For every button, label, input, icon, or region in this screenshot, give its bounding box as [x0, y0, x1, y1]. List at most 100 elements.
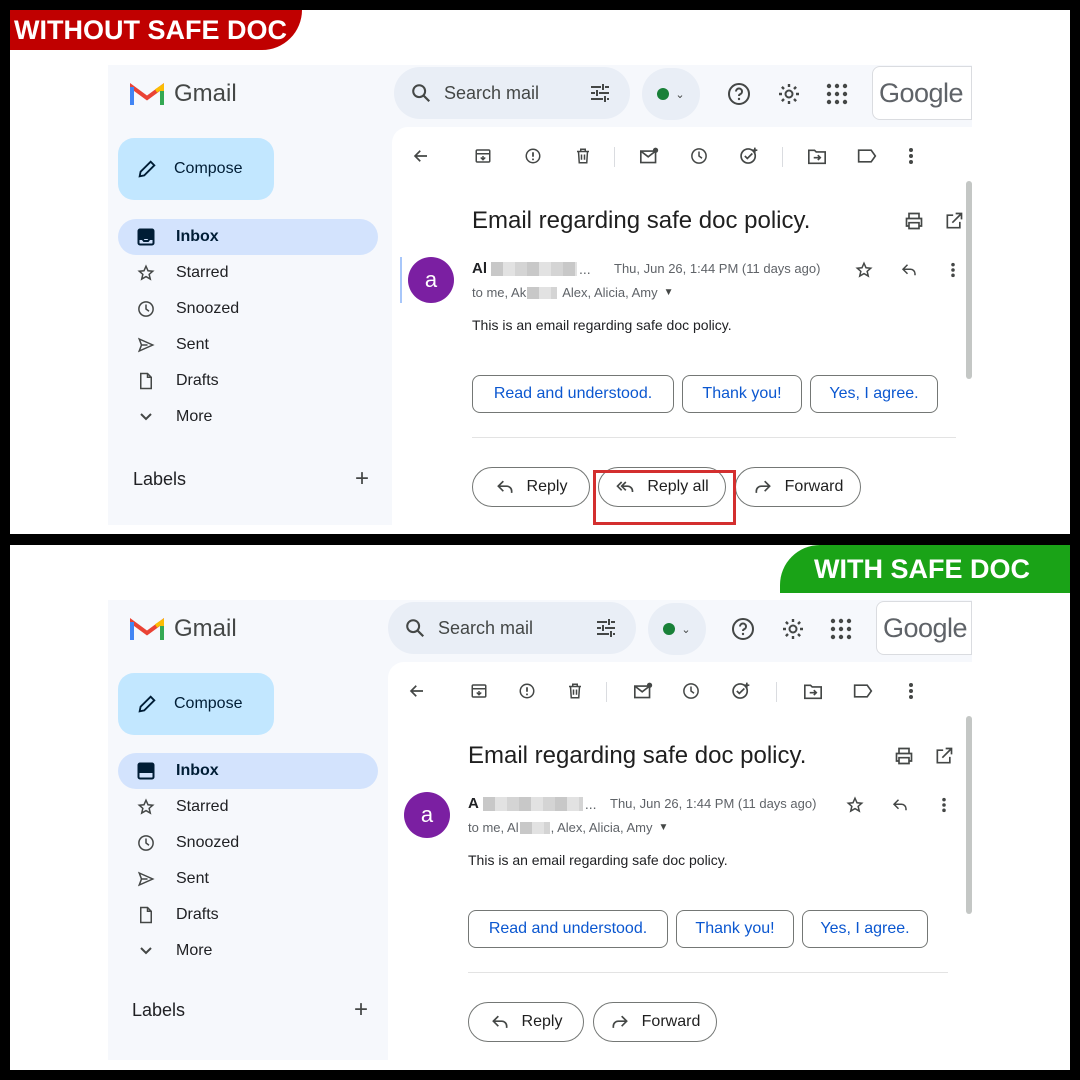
- gmail-m-icon: [130, 83, 164, 105]
- add-label-plus-icon[interactable]: +: [355, 467, 369, 491]
- search-bar[interactable]: Search mail: [388, 602, 636, 654]
- back-arrow-icon[interactable]: [406, 680, 428, 702]
- email-subject: Email regarding safe doc policy.: [472, 207, 811, 234]
- snooze-clock-icon[interactable]: [688, 145, 710, 167]
- avatar[interactable]: a: [408, 257, 454, 303]
- avatar[interactable]: a: [404, 792, 450, 838]
- report-spam-icon[interactable]: [516, 680, 538, 702]
- inbox-icon: [136, 227, 156, 247]
- draft-file-icon: [136, 371, 156, 391]
- open-in-new-window-icon[interactable]: [944, 211, 964, 231]
- sender-name: A ...: [468, 795, 597, 812]
- move-to-folder-icon[interactable]: [806, 145, 828, 167]
- gmail-wordmark: Gmail: [174, 80, 237, 107]
- search-input[interactable]: Search mail: [438, 618, 548, 639]
- search-bar[interactable]: Search mail: [394, 67, 630, 119]
- sidebar-item-drafts[interactable]: Drafts: [118, 363, 378, 399]
- sidebar-item-inbox[interactable]: Inbox: [118, 219, 378, 255]
- open-in-new-window-icon[interactable]: [934, 746, 954, 766]
- compose-button[interactable]: Compose: [118, 673, 274, 735]
- delete-trash-icon[interactable]: [572, 145, 594, 167]
- search-icon[interactable]: [410, 82, 432, 104]
- scrollbar[interactable]: [966, 716, 972, 914]
- settings-gear-icon[interactable]: [776, 81, 802, 107]
- reply-button[interactable]: Reply: [472, 467, 590, 507]
- gmail-logo[interactable]: Gmail: [130, 80, 237, 108]
- mark-unread-icon[interactable]: [638, 145, 660, 167]
- status-indicator[interactable]: ⌄: [648, 603, 706, 655]
- move-to-folder-icon[interactable]: [802, 680, 824, 702]
- label-tag-icon[interactable]: [852, 680, 874, 702]
- smart-reply-read-understood[interactable]: Read and understood.: [468, 910, 668, 948]
- compose-label: Compose: [174, 695, 243, 712]
- google-account-badge[interactable]: Google: [872, 66, 972, 120]
- print-icon[interactable]: [904, 211, 924, 231]
- recipients-line[interactable]: to me, Ak Alex, Alicia, Amy ▼: [472, 285, 673, 300]
- delete-trash-icon[interactable]: [564, 680, 586, 702]
- reply-arrow-icon[interactable]: [890, 795, 910, 815]
- report-spam-icon[interactable]: [522, 145, 544, 167]
- smart-reply-thank-you[interactable]: Thank you!: [682, 375, 802, 413]
- forward-button[interactable]: Forward: [593, 1002, 717, 1042]
- active-status-dot: [663, 623, 676, 635]
- google-account-badge[interactable]: Google: [876, 601, 972, 655]
- forward-icon: [755, 480, 771, 493]
- more-vert-icon[interactable]: [934, 795, 954, 815]
- add-to-tasks-icon[interactable]: [730, 680, 752, 702]
- more-vert-icon[interactable]: [900, 680, 922, 702]
- sidebar-item-snoozed[interactable]: Snoozed: [118, 291, 378, 327]
- recipients-line[interactable]: to me, Al , Alex, Alicia, Amy ▼: [468, 820, 668, 835]
- gmail-logo[interactable]: Gmail: [130, 615, 237, 643]
- star-icon[interactable]: [845, 795, 865, 815]
- sidebar-item-sent[interactable]: Sent: [118, 327, 378, 363]
- more-vert-icon[interactable]: [900, 145, 922, 167]
- sidebar-item-starred[interactable]: Starred: [118, 789, 378, 825]
- smart-reply-yes-agree[interactable]: Yes, I agree.: [802, 910, 928, 948]
- search-options-icon[interactable]: [588, 81, 612, 105]
- expand-recipients-icon[interactable]: ▼: [658, 822, 668, 833]
- forward-label: Forward: [641, 1013, 701, 1030]
- smart-reply-thank-you[interactable]: Thank you!: [676, 910, 794, 948]
- sidebar-item-snoozed[interactable]: Snoozed: [118, 825, 378, 861]
- sidebar-item-sent[interactable]: Sent: [118, 861, 378, 897]
- sidebar-item-label: Snoozed: [176, 834, 240, 851]
- forward-button[interactable]: Forward: [735, 467, 861, 507]
- reply-arrow-icon[interactable]: [899, 260, 919, 280]
- more-vert-icon[interactable]: [943, 260, 963, 280]
- reply-label: Reply: [521, 1013, 563, 1030]
- help-icon[interactable]: [726, 81, 752, 107]
- search-input[interactable]: Search mail: [444, 83, 554, 104]
- archive-icon[interactable]: [472, 145, 494, 167]
- sidebar-item-starred[interactable]: Starred: [118, 255, 378, 291]
- add-label-plus-icon[interactable]: +: [354, 998, 368, 1022]
- sidebar-item-more[interactable]: More: [118, 933, 378, 969]
- apps-grid-icon[interactable]: [824, 81, 850, 107]
- status-indicator[interactable]: ⌄: [642, 68, 700, 120]
- sidebar-item-more[interactable]: More: [118, 399, 378, 435]
- print-icon[interactable]: [894, 746, 914, 766]
- star-icon: [136, 263, 156, 283]
- sidebar-item-drafts[interactable]: Drafts: [118, 897, 378, 933]
- label-tag-icon[interactable]: [856, 145, 878, 167]
- back-arrow-icon[interactable]: [410, 145, 432, 167]
- mark-unread-icon[interactable]: [632, 680, 654, 702]
- smart-reply-read-understood[interactable]: Read and understood.: [472, 375, 674, 413]
- sidebar-item-inbox[interactable]: Inbox: [118, 753, 378, 789]
- reply-button[interactable]: Reply: [468, 1002, 584, 1042]
- search-icon[interactable]: [404, 617, 426, 639]
- snooze-clock-icon[interactable]: [680, 680, 702, 702]
- chevron-down-icon: [136, 941, 156, 961]
- search-options-icon[interactable]: [594, 616, 618, 640]
- reply-label: Reply: [526, 478, 568, 495]
- compose-button[interactable]: Compose: [118, 138, 274, 200]
- scrollbar[interactable]: [966, 181, 972, 379]
- add-to-tasks-icon[interactable]: [738, 145, 760, 167]
- star-icon[interactable]: [854, 260, 874, 280]
- expand-recipients-icon[interactable]: ▼: [664, 287, 674, 298]
- forward-icon: [612, 1015, 628, 1028]
- archive-icon[interactable]: [468, 680, 490, 702]
- settings-gear-icon[interactable]: [780, 616, 806, 642]
- smart-reply-yes-agree[interactable]: Yes, I agree.: [810, 375, 938, 413]
- apps-grid-icon[interactable]: [828, 616, 854, 642]
- help-icon[interactable]: [730, 616, 756, 642]
